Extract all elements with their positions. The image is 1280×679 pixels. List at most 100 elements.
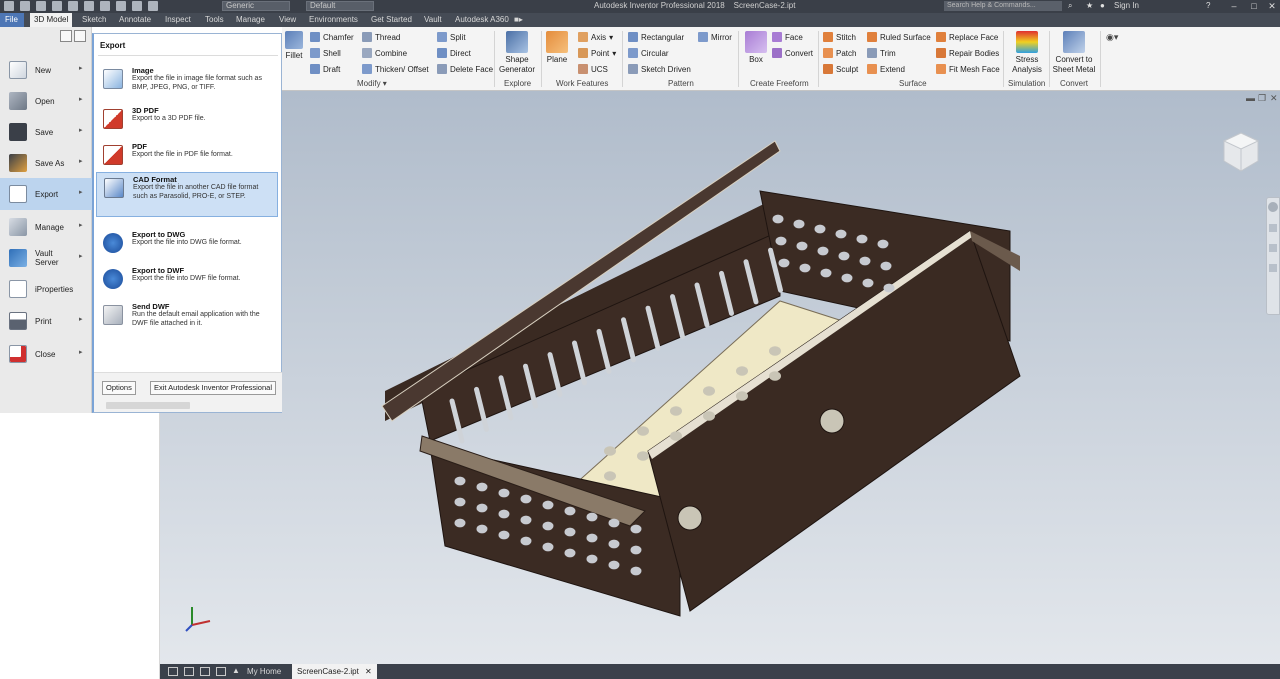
tab-inspect[interactable]: Inspect [165, 15, 191, 24]
home-icon[interactable] [100, 1, 110, 11]
menu-item-new[interactable]: New ▸ [0, 54, 92, 86]
trim-button[interactable]: Trim [867, 48, 896, 58]
pan-icon[interactable] [1269, 224, 1277, 232]
close-icon[interactable]: ✕ [1262, 0, 1280, 12]
update-icon[interactable] [132, 1, 142, 11]
appearance-select[interactable]: Default [306, 1, 374, 11]
app-menu-icon[interactable] [4, 1, 14, 11]
tab-get-started[interactable]: Get Started [371, 15, 412, 24]
measure-icon[interactable] [148, 1, 158, 11]
recent-list-icon[interactable] [60, 30, 72, 42]
help-icon[interactable]: ? [1206, 1, 1210, 10]
maximize-icon[interactable]: □ [1244, 0, 1264, 12]
draft-button[interactable]: Draft [310, 64, 340, 74]
mirror-button[interactable]: Mirror [698, 32, 732, 42]
ruled-surface-button[interactable]: Ruled Surface [867, 32, 931, 42]
part-model[interactable] [160, 91, 1280, 664]
rectangular-pattern-button[interactable]: Rectangular [628, 32, 684, 42]
search-input[interactable]: Search Help & Commands... [944, 1, 1062, 11]
send-dwf-item[interactable]: Send DWF Run the default email applicati… [96, 300, 278, 334]
chamfer-button[interactable]: Chamfer [310, 32, 354, 42]
fillet-button[interactable]: Fillet [282, 31, 306, 61]
export-3d-pdf-item[interactable]: 3D PDF Export to a 3D PDF file. [96, 104, 278, 138]
convert-freeform-button[interactable]: Convert [772, 48, 813, 58]
axis-button[interactable]: Axis ▾ [578, 32, 613, 42]
menu-item-close[interactable]: Close ▸ [0, 338, 92, 370]
box-button[interactable]: Box [743, 31, 769, 65]
new-icon[interactable] [20, 1, 30, 11]
menu-item-manage[interactable]: Manage ▸ [0, 211, 92, 243]
extend-button[interactable]: Extend [867, 64, 905, 74]
patch-button[interactable]: Patch [823, 48, 856, 58]
tile-vertical-icon[interactable] [184, 667, 194, 676]
sculpt-button[interactable]: Sculpt [823, 64, 858, 74]
redo-icon[interactable] [84, 1, 94, 11]
horizontal-scrollbar[interactable] [106, 402, 190, 409]
ucs-button[interactable]: UCS [578, 64, 608, 74]
tab-autodesk-a360[interactable]: Autodesk A360 [455, 15, 509, 24]
viewport-close-icon[interactable]: ✕ [1270, 93, 1278, 104]
menu-item-save[interactable]: Save ▸ [0, 116, 92, 148]
menu-item-iproperties[interactable]: iProperties [0, 273, 92, 305]
zoom-icon[interactable] [1269, 244, 1277, 252]
menu-item-save-as[interactable]: Save As ▸ [0, 147, 92, 179]
export-dwf-item[interactable]: Export to DWF Export the file into DWF f… [96, 264, 278, 298]
cascade-icon[interactable] [200, 667, 210, 676]
export-image-item[interactable]: Image Export the file in image file form… [96, 64, 278, 98]
material-select[interactable]: Generic [222, 1, 290, 11]
ribbon-options-icon[interactable]: ◉▾ [1106, 32, 1118, 43]
tab-file[interactable]: File [0, 13, 24, 27]
tab-annotate[interactable]: Annotate [119, 15, 151, 24]
export-cad-format-item[interactable]: CAD Format Export the file in another CA… [96, 172, 278, 217]
stitch-button[interactable]: Stitch [823, 32, 856, 42]
combine-button[interactable]: Combine [362, 48, 407, 58]
camera-icon[interactable]: ■▸ [514, 15, 523, 24]
circular-pattern-button[interactable]: Circular [628, 48, 669, 58]
minimize-icon[interactable]: – [1224, 0, 1244, 12]
tab-sketch[interactable]: Sketch [82, 15, 106, 24]
stress-analysis-button[interactable]: Stress Analysis [1007, 31, 1047, 75]
search-icon[interactable]: ⌕ [1068, 1, 1072, 11]
face-button[interactable]: Face [772, 32, 803, 42]
point-button[interactable]: Point ▾ [578, 48, 616, 58]
fit-mesh-face-button[interactable]: Fit Mesh Face [936, 64, 1000, 74]
convert-to-sheet-metal-button[interactable]: Convert to Sheet Metal [1050, 31, 1098, 75]
thicken-offset-button[interactable]: Thicken/ Offset [362, 64, 429, 74]
tab-3d-model[interactable]: 3D Model [30, 13, 73, 27]
repair-bodies-button[interactable]: Repair Bodies [936, 48, 999, 58]
save-icon[interactable] [52, 1, 62, 11]
star-icon[interactable]: ★ [1086, 1, 1093, 10]
tab-menu-icon[interactable]: ▲ [232, 666, 240, 675]
arrange-icon[interactable] [216, 667, 226, 676]
undo-icon[interactable] [68, 1, 78, 11]
viewport-minimize-icon[interactable]: ▬ [1246, 93, 1255, 103]
shell-button[interactable]: Shell [310, 48, 341, 58]
shape-generator-button[interactable]: Shape Generator [498, 31, 536, 75]
viewcube-icon[interactable] [1220, 131, 1262, 173]
modify-panel-label[interactable]: Modify ▾ [357, 79, 387, 88]
select-icon[interactable] [116, 1, 126, 11]
recent-folder-icon[interactable] [74, 30, 86, 42]
navigation-bar[interactable] [1266, 197, 1280, 315]
open-icon[interactable] [36, 1, 46, 11]
user-icon[interactable]: ● [1100, 1, 1105, 10]
plane-button[interactable]: Plane [544, 31, 570, 65]
tab-my-home[interactable]: My Home [242, 664, 286, 679]
tab-tools[interactable]: Tools [205, 15, 224, 24]
menu-item-export[interactable]: Export ▸ [0, 178, 92, 210]
steering-wheel-icon[interactable] [1268, 202, 1278, 212]
exit-button[interactable]: Exit Autodesk Inventor Professional [150, 381, 276, 395]
menu-item-print[interactable]: Print ▸ [0, 305, 92, 337]
split-button[interactable]: Split [437, 32, 466, 42]
viewport-restore-icon[interactable]: ❐ [1258, 93, 1266, 104]
export-pdf-item[interactable]: PDF Export the file in PDF file format. [96, 140, 278, 174]
options-button[interactable]: Options [102, 381, 136, 395]
replace-face-button[interactable]: Replace Face [936, 32, 998, 42]
graphics-viewport[interactable]: ▬ ❐ ✕ [160, 91, 1280, 664]
menu-item-vault-server[interactable]: Vault Server ▸ [0, 242, 92, 274]
sketch-driven-button[interactable]: Sketch Driven [628, 64, 691, 74]
menu-item-open[interactable]: Open ▸ [0, 85, 92, 117]
sign-in-link[interactable]: Sign In [1114, 1, 1139, 10]
tab-manage[interactable]: Manage [236, 15, 265, 24]
export-dwg-item[interactable]: Export to DWG Export the file into DWG f… [96, 228, 278, 262]
